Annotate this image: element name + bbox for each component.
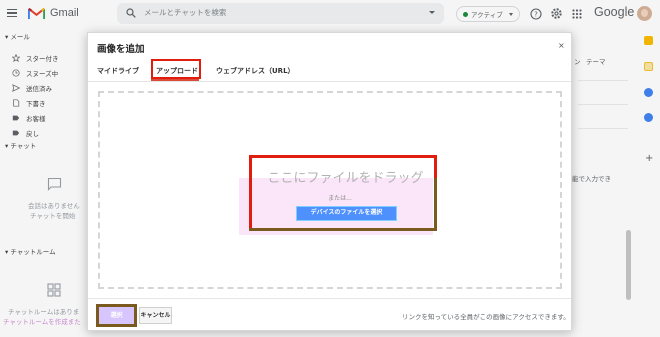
file-drop-zone[interactable]: ここにファイルをドラッグ または... デバイスのファイルを選択 xyxy=(98,91,562,289)
footer-divider xyxy=(88,298,571,299)
tab-web-address[interactable]: ウェブアドレス（URL） xyxy=(216,66,295,76)
drop-highlight-frame-edge xyxy=(249,228,437,231)
tab-highlight-frame xyxy=(151,59,201,79)
drop-highlight-frame-edge xyxy=(434,178,437,231)
select-highlight-frame xyxy=(96,304,137,327)
dialog-title: 画像を追加 xyxy=(97,44,145,55)
sharing-note: リンクを知っている全員がこの画像にアクセスできます。 xyxy=(402,313,570,321)
drop-highlight-frame xyxy=(249,155,437,231)
tab-my-drive[interactable]: マイドライブ xyxy=(97,66,139,76)
close-icon[interactable]: × xyxy=(558,41,565,50)
tabs-divider xyxy=(88,81,571,82)
add-image-dialog: 画像を追加 × マイドライブ アップロード ウェブアドレス（URL） ここにファ… xyxy=(87,32,572,331)
cancel-button[interactable]: キャンセル xyxy=(139,307,172,324)
